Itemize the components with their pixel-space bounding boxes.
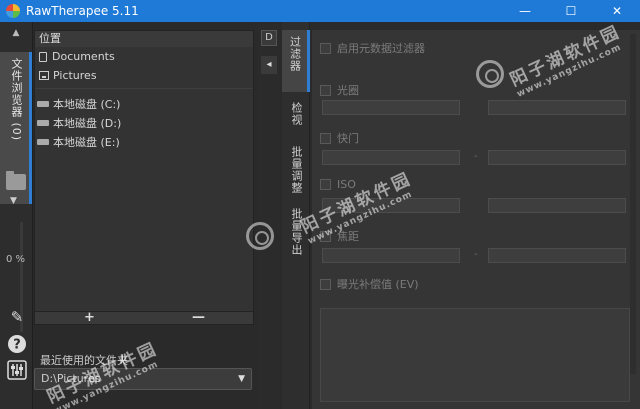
place-label: Pictures — [53, 69, 97, 82]
drive-icon — [37, 138, 49, 145]
recent-folders-dropdown[interactable]: D:\Pictures ▼ — [34, 368, 252, 390]
aperture-row[interactable]: 光圈 — [320, 82, 359, 98]
aperture-label: 光圈 — [337, 84, 359, 97]
tab-batch-export[interactable]: 批量导出 — [282, 202, 310, 266]
range-dash: - — [474, 249, 478, 260]
enable-filter-checkbox[interactable] — [320, 42, 331, 54]
place-documents[interactable]: Documents — [35, 47, 253, 66]
left-toolbar: ▲ 文件浏览器 (0) ▼ 0 % ✎ ? — [0, 22, 33, 409]
remove-place-button[interactable]: — — [144, 311, 253, 324]
d-button[interactable]: D — [261, 30, 277, 46]
place-label: Documents — [52, 50, 115, 63]
range-dash: - — [474, 151, 478, 162]
places-add-remove-bar: + — — [34, 311, 254, 325]
exposure-checkbox[interactable] — [320, 278, 331, 290]
places-header: 位置 — [35, 31, 253, 47]
focal-label: 焦距 — [337, 230, 359, 243]
drive-label: 本地磁盘 (C:) — [53, 97, 121, 111]
drive-label: 本地磁盘 (E:) — [53, 135, 120, 149]
progress-text: 0 % — [6, 254, 26, 265]
shutter-to-input[interactable] — [488, 150, 626, 165]
focal-row[interactable]: 焦距 — [320, 228, 359, 244]
help-icon[interactable]: ? — [6, 334, 28, 356]
svg-text:?: ? — [13, 338, 21, 353]
filter-scrollbar[interactable] — [630, 34, 636, 374]
drive-icon — [37, 119, 49, 126]
tab-label: 检视 — [290, 102, 303, 126]
drive-icon — [37, 100, 49, 107]
tab-label: 批量调整 — [290, 146, 303, 194]
exposure-row[interactable]: 曝光补偿值 (EV) — [320, 276, 419, 292]
collapse-up-icon[interactable]: ▲ — [6, 28, 26, 44]
exposure-label: 曝光补偿值 (EV) — [337, 278, 419, 291]
pictures-icon — [39, 71, 49, 80]
aperture-checkbox[interactable] — [320, 84, 331, 96]
maximize-button[interactable]: ☐ — [548, 0, 594, 22]
places-panel: 位置 Documents Pictures 本地磁盘 (C:) 本地磁盘 (D:… — [34, 30, 254, 321]
add-place-button[interactable]: + — [35, 311, 144, 324]
tab-label: 过滤器 — [288, 36, 302, 72]
tab-filter[interactable]: 过滤器 — [282, 30, 310, 92]
recent-folder-value: D:\Pictures — [41, 372, 101, 385]
tab-inspect[interactable]: 检视 — [282, 94, 310, 134]
document-icon — [39, 51, 47, 62]
right-tab-bar: 过滤器 检视 批量调整 批量导出 — [282, 22, 310, 409]
tab-label: 批量导出 — [290, 208, 303, 256]
editor-icon[interactable]: ✎ — [6, 308, 28, 330]
drive-d[interactable]: 本地磁盘 (D:) — [35, 113, 253, 132]
iso-label: ISO — [337, 178, 356, 191]
focal-checkbox[interactable] — [320, 230, 331, 242]
iso-from-input[interactable] — [322, 198, 460, 213]
metadata-filter-panel: 启用元数据过滤器 光圈 快门 - ISO 焦距 - 曝光补偿值 (EV) — [312, 30, 640, 409]
middle-strip: D ◂ — [258, 22, 280, 409]
filter-list-area — [320, 308, 630, 402]
shutter-from-input[interactable] — [322, 150, 460, 165]
folder-icon — [6, 171, 26, 190]
divider — [35, 88, 253, 89]
shutter-checkbox[interactable] — [320, 132, 331, 144]
place-pictures[interactable]: Pictures — [35, 66, 253, 85]
iso-checkbox[interactable] — [320, 179, 331, 190]
aperture-from-input[interactable] — [322, 100, 460, 115]
iso-to-input[interactable] — [488, 198, 626, 213]
tab-batch-adjust[interactable]: 批量调整 — [282, 140, 310, 198]
preferences-sliders-icon[interactable] — [6, 360, 28, 382]
shutter-label: 快门 — [337, 132, 359, 145]
minimize-button[interactable]: — — [502, 0, 548, 22]
watermark-logo-icon — [246, 222, 274, 250]
aperture-to-input[interactable] — [488, 100, 626, 115]
window-title: RawTherapee 5.11 — [26, 4, 139, 18]
shutter-row[interactable]: 快门 — [320, 130, 359, 146]
tab-file-browser[interactable]: 文件浏览器 (0) — [0, 52, 32, 204]
app-logo-icon — [6, 4, 20, 18]
iso-row[interactable]: ISO — [320, 178, 356, 191]
close-button[interactable]: ✕ — [594, 0, 640, 22]
enable-filter-label: 启用元数据过滤器 — [337, 42, 425, 55]
focal-from-input[interactable] — [322, 248, 460, 263]
back-arrow-icon[interactable]: ◂ — [261, 56, 277, 74]
recent-folders-label: 最近使用的文件夹 — [40, 354, 128, 367]
focal-to-input[interactable] — [488, 248, 626, 263]
file-browser-tab-label: 文件浏览器 (0) — [10, 58, 23, 142]
watermark-logo-icon — [476, 60, 504, 88]
enable-filter-row[interactable]: 启用元数据过滤器 — [320, 40, 425, 56]
drive-label: 本地磁盘 (D:) — [53, 116, 122, 130]
drive-e[interactable]: 本地磁盘 (E:) — [35, 132, 253, 151]
chevron-down-icon: ▼ — [238, 374, 245, 384]
title-bar: RawTherapee 5.11 — ☐ ✕ — [0, 0, 640, 22]
drive-c[interactable]: 本地磁盘 (C:) — [35, 94, 253, 113]
chevron-down-icon[interactable]: ▼ — [10, 196, 17, 206]
